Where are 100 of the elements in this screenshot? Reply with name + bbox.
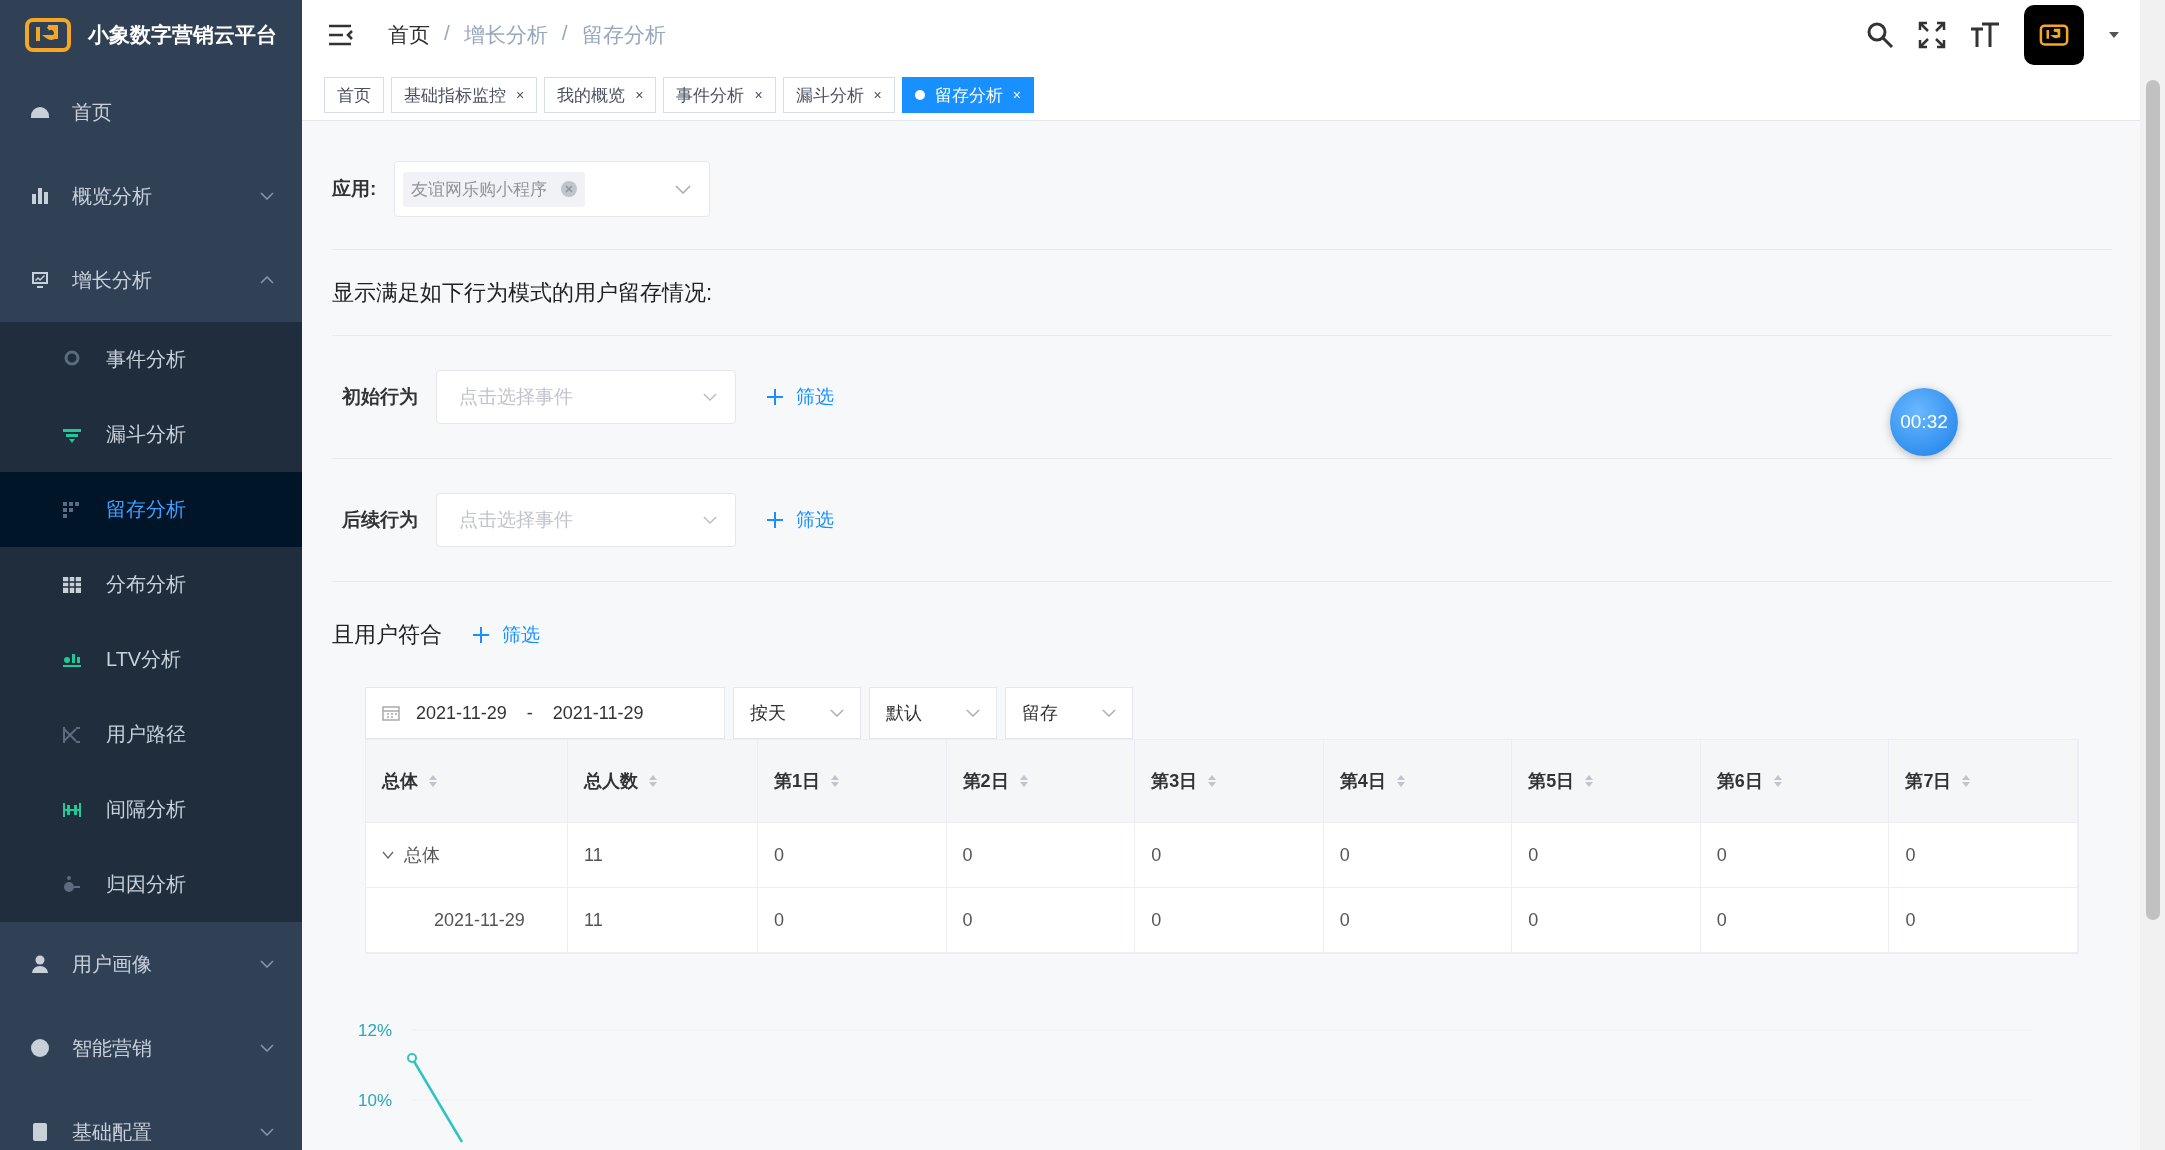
tab[interactable]: 漏斗分析 × (782, 77, 895, 113)
fullscreen-icon[interactable] (1918, 21, 1946, 49)
column-header[interactable]: 总体 (366, 740, 568, 822)
sort-icon (830, 774, 840, 788)
menu-icon[interactable] (328, 24, 354, 46)
dropdown[interactable]: 留存 (1005, 687, 1133, 739)
nav-item[interactable]: 首页 (0, 70, 302, 154)
column-header[interactable]: 第5日 (1512, 740, 1701, 822)
avatar[interactable] (2024, 5, 2084, 65)
search-icon[interactable] (1866, 21, 1894, 49)
sort-icon (1018, 774, 1029, 788)
axis-label: 10% (357, 1091, 392, 1110)
table-cell: 0 (1512, 888, 1701, 952)
table-cell: 11 (568, 823, 758, 887)
date-range-picker[interactable]: 2021-11-29 - 2021-11-29 (365, 687, 725, 739)
sort-icon (428, 774, 438, 788)
table-cell: 11 (568, 888, 758, 952)
sort-icon (1961, 774, 1972, 788)
chevron-down-icon (260, 960, 274, 968)
app-tag: 友谊网乐购小程序 (403, 171, 586, 207)
table-cell: 0 (758, 888, 947, 952)
breadcrumb-separator: / (561, 21, 568, 46)
clear-icon[interactable] (561, 181, 578, 197)
breadcrumb-separator: / (444, 21, 450, 46)
chevron-down-icon (675, 184, 692, 194)
table-cell: 0 (1700, 823, 1890, 887)
table-cell: 0 (1323, 823, 1513, 887)
column-header[interactable]: 总人数 (568, 740, 758, 822)
chevron-down-icon (703, 516, 717, 524)
plus-icon (766, 511, 784, 529)
table-cell: 0 (1889, 888, 2078, 952)
field-label: 且用户符合 (332, 620, 442, 649)
field-label: 初始行为 (342, 385, 418, 409)
table-cell: 0 (1135, 888, 1324, 952)
logo-icon (24, 17, 72, 53)
column-header[interactable]: 第1日 (758, 740, 947, 822)
font-size-icon[interactable] (1970, 21, 2000, 49)
nav-item[interactable]: 智能营销 (0, 1006, 302, 1090)
nav-subitem[interactable]: 漏斗分析 (0, 397, 302, 472)
nav-subitem[interactable]: 间隔分析 (0, 772, 302, 847)
nav-subitem[interactable]: 用户路径 (0, 697, 302, 772)
field-label: 后续行为 (342, 508, 418, 532)
table-cell: 0 (758, 823, 947, 887)
user-icon (30, 954, 50, 974)
sort-icon (1395, 774, 1406, 788)
table-cell: 0 (1135, 823, 1324, 887)
column-header[interactable]: 第4日 (1323, 740, 1513, 822)
nav-subitem[interactable]: 归因分析 (0, 847, 302, 922)
sort-icon (1584, 774, 1595, 788)
table-cell: 0 (1889, 823, 2078, 887)
plus-icon (472, 625, 490, 644)
chevron-down-icon (703, 393, 717, 401)
calendar-icon (382, 705, 400, 721)
dropdown[interactable]: 默认 (869, 687, 997, 739)
app-title: 小象数字营销云平台 (88, 22, 277, 48)
nav-subitem[interactable]: LTV分析 (0, 622, 302, 697)
path-icon (62, 724, 82, 745)
sort-icon (1772, 774, 1783, 788)
chevron-down-icon (830, 709, 844, 717)
chevron-down-icon (260, 192, 274, 200)
nav-subitem[interactable]: 分布分析 (0, 547, 302, 622)
sort-icon (648, 774, 658, 788)
caret-icon[interactable] (2108, 31, 2120, 39)
nav-item[interactable]: 用户画像 (0, 922, 302, 1006)
chevron-down-icon (260, 1128, 274, 1136)
column-header[interactable]: 第6日 (1700, 740, 1890, 822)
timer-badge: 00:32 (1890, 388, 1958, 456)
nav-subitem[interactable]: 事件分析 (0, 322, 302, 397)
column-header[interactable]: 第2日 (946, 740, 1136, 822)
column-header[interactable]: 第3日 (1135, 740, 1324, 822)
monitor-icon (30, 270, 50, 290)
table-cell: 总体 (366, 823, 568, 887)
nav-subitem[interactable]: 留存分析 (0, 472, 302, 547)
chevron-down-icon[interactable] (382, 851, 394, 859)
tab[interactable]: 基础指标监控 × (391, 77, 538, 113)
table-cell: 0 (1512, 823, 1701, 887)
axis-label: 12% (357, 1021, 392, 1040)
tab[interactable]: 我的概览 × (544, 77, 657, 113)
table-cell: 0 (946, 823, 1136, 887)
table-cell: 0 (1323, 888, 1513, 952)
grid-icon (62, 499, 82, 520)
tab[interactable]: 首页 (324, 77, 384, 113)
tab[interactable]: 事件分析 × (663, 77, 776, 113)
nav-item[interactable]: 增长分析 (0, 238, 302, 322)
sort-icon (1207, 774, 1218, 788)
table-cell: 0 (1700, 888, 1890, 952)
table-cell: 2021-11-29 (366, 888, 568, 952)
plus-icon (766, 388, 784, 406)
scrollbar-thumb[interactable] (2145, 80, 2160, 920)
dropdown[interactable]: 按天 (733, 687, 861, 739)
chevron-up-icon (260, 276, 274, 284)
nav-item[interactable]: 概览分析 (0, 154, 302, 238)
table-icon (62, 574, 82, 595)
table-cell: 0 (946, 888, 1136, 952)
nav-item[interactable]: 基础配置 (0, 1090, 302, 1150)
field-label: 应用: (332, 177, 377, 201)
breadcrumb-link[interactable]: 首页 (388, 21, 430, 49)
bars-icon (30, 186, 50, 206)
section-heading: 显示满足如下行为模式的用户留存情况: (332, 278, 714, 307)
column-header[interactable]: 第7日 (1889, 740, 2078, 822)
